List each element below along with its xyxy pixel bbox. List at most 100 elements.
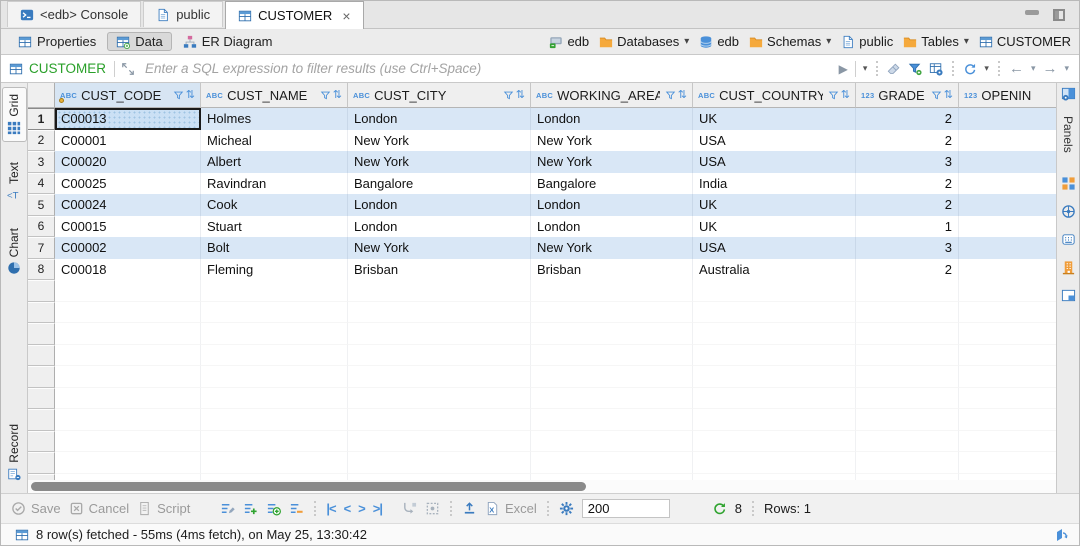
auto-refresh-icon[interactable] bbox=[712, 501, 727, 516]
table-row[interactable]: 5 C00024 Cook London London UK 2 bbox=[28, 194, 1056, 216]
column-filter-funnel-icon[interactable] bbox=[320, 90, 331, 101]
column-filter-funnel-icon[interactable] bbox=[665, 90, 676, 101]
cell-opening[interactable] bbox=[959, 237, 1056, 259]
panel-settings-icon[interactable] bbox=[1061, 86, 1076, 101]
first-row-button[interactable]: |< bbox=[326, 501, 335, 516]
cell-grade[interactable]: 2 bbox=[856, 194, 959, 216]
breadcrumb-item[interactable]: Databases ▾ bbox=[599, 34, 689, 49]
cell-working-area[interactable]: Brisban bbox=[531, 259, 693, 281]
view-tab[interactable]: ER Diagram bbox=[174, 32, 282, 51]
minimize-icon[interactable] bbox=[1025, 10, 1039, 15]
cancel-button[interactable]: Cancel bbox=[69, 501, 129, 516]
column-filter-funnel-icon[interactable] bbox=[828, 90, 839, 101]
row-number[interactable]: 7 bbox=[28, 237, 55, 259]
column-filter-funnel-icon[interactable] bbox=[173, 90, 184, 101]
cell-cust-country[interactable]: UK bbox=[693, 194, 856, 216]
table-row[interactable]: 3 C00020 Albert New York New York USA 3 bbox=[28, 151, 1056, 173]
column-header[interactable]: 123 OPENIN ⇅ bbox=[959, 83, 1056, 108]
cell-cust-city[interactable]: Brisban bbox=[348, 259, 531, 281]
cell-cust-country[interactable]: UK bbox=[693, 108, 856, 130]
breadcrumb-item[interactable]: Tables ▾ bbox=[903, 34, 969, 49]
view-tab[interactable]: Properties bbox=[9, 32, 105, 51]
panel-corner-icon[interactable] bbox=[1061, 288, 1076, 303]
last-row-button[interactable]: >| bbox=[373, 501, 382, 516]
column-header[interactable]: 123 GRADE ⇅ bbox=[856, 83, 959, 108]
table-row[interactable]: 1 C00013 Holmes London London UK 2 bbox=[28, 108, 1056, 130]
aggregate-icon[interactable] bbox=[1061, 204, 1076, 219]
cell-cust-country[interactable]: USA bbox=[693, 151, 856, 173]
grouping-icon[interactable] bbox=[1061, 176, 1076, 191]
cell-working-area[interactable]: New York bbox=[531, 237, 693, 259]
grid-settings-icon[interactable] bbox=[929, 62, 943, 76]
dropdown-caret-icon[interactable]: ▾ bbox=[964, 36, 969, 47]
cell-cust-city[interactable]: New York bbox=[348, 151, 531, 173]
table-row[interactable]: 8 C00018 Fleming Brisban Brisban Austral… bbox=[28, 259, 1056, 281]
row-number[interactable]: 5 bbox=[28, 194, 55, 216]
cell-cust-country[interactable]: India bbox=[693, 173, 856, 195]
row-number[interactable]: 8 bbox=[28, 259, 55, 281]
column-filter-funnel-icon[interactable] bbox=[503, 90, 514, 101]
cell-working-area[interactable]: London bbox=[531, 216, 693, 238]
breadcrumb-item[interactable]: public ▾ bbox=[841, 34, 893, 49]
column-filter-funnel-icon[interactable] bbox=[931, 90, 942, 101]
cell-opening[interactable] bbox=[959, 259, 1056, 281]
column-sort-icon[interactable]: ⇅ bbox=[186, 90, 195, 101]
column-sort-icon[interactable]: ⇅ bbox=[678, 90, 687, 101]
close-tab-icon[interactable]: × bbox=[342, 8, 350, 24]
cell-opening[interactable] bbox=[959, 108, 1056, 130]
row-number[interactable]: 1 bbox=[28, 108, 55, 130]
execute-filter-icon[interactable]: ▶ bbox=[839, 63, 848, 75]
cell-cust-name[interactable]: Stuart bbox=[201, 216, 348, 238]
expand-filter-icon[interactable] bbox=[121, 62, 135, 76]
fetch-size-input[interactable] bbox=[582, 499, 670, 518]
row-number[interactable]: 2 bbox=[28, 130, 55, 152]
cell-working-area[interactable]: New York bbox=[531, 130, 693, 152]
output-panel-icon[interactable] bbox=[1053, 527, 1069, 543]
forward-icon[interactable]: → bbox=[1042, 61, 1057, 76]
cell-opening[interactable] bbox=[959, 151, 1056, 173]
cell-cust-city[interactable]: London bbox=[348, 216, 531, 238]
filter-input[interactable]: Enter a SQL expression to filter results… bbox=[141, 61, 833, 76]
cell-cust-name[interactable]: Fleming bbox=[201, 259, 348, 281]
calcpad-icon[interactable] bbox=[1061, 232, 1076, 247]
cell-cust-name[interactable]: Bolt bbox=[201, 237, 348, 259]
refresh-icon[interactable] bbox=[963, 62, 977, 76]
cell-cust-name[interactable]: Cook bbox=[201, 194, 348, 216]
row-number[interactable]: 3 bbox=[28, 151, 55, 173]
back-icon[interactable]: ← bbox=[1009, 61, 1024, 76]
row-number[interactable]: 4 bbox=[28, 173, 55, 195]
grid-corner-cell[interactable] bbox=[28, 83, 55, 108]
export-data-button[interactable] bbox=[462, 501, 477, 516]
breadcrumb-item[interactable]: edb ▾ bbox=[549, 34, 589, 49]
forward-caret-icon[interactable]: ▾ bbox=[1064, 64, 1069, 73]
building-icon[interactable] bbox=[1061, 260, 1076, 275]
back-caret-icon[interactable]: ▾ bbox=[1031, 64, 1036, 73]
duplicate-row-button[interactable] bbox=[266, 501, 281, 516]
cell-cust-name[interactable]: Micheal bbox=[201, 130, 348, 152]
filter-history-caret-icon[interactable]: ▾ bbox=[863, 64, 868, 73]
cell-grade[interactable]: 3 bbox=[856, 237, 959, 259]
column-sort-icon[interactable]: ⇅ bbox=[944, 90, 953, 101]
cell-cust-code[interactable]: C00013 bbox=[55, 108, 201, 130]
presentation-tab[interactable]: Grid bbox=[2, 87, 27, 142]
cell-grade[interactable]: 3 bbox=[856, 151, 959, 173]
cell-working-area[interactable]: Bangalore bbox=[531, 173, 693, 195]
cell-cust-code[interactable]: C00025 bbox=[55, 173, 201, 195]
dropdown-caret-icon[interactable]: ▾ bbox=[826, 36, 831, 47]
breadcrumb-item[interactable]: CUSTOMER ▾ bbox=[979, 34, 1071, 49]
cell-grade[interactable]: 2 bbox=[856, 173, 959, 195]
table-row[interactable]: 7 C00002 Bolt New York New York USA 3 bbox=[28, 237, 1056, 259]
cell-grade[interactable]: 2 bbox=[856, 108, 959, 130]
cell-cust-city[interactable]: New York bbox=[348, 130, 531, 152]
editor-tab[interactable]: CUSTOMER × bbox=[225, 1, 363, 29]
column-sort-icon[interactable]: ⇅ bbox=[516, 90, 525, 101]
column-header[interactable]: ABC CUST_CODE ⇅ bbox=[55, 83, 201, 108]
cell-cust-code[interactable]: C00024 bbox=[55, 194, 201, 216]
cell-cust-country[interactable]: UK bbox=[693, 216, 856, 238]
cell-working-area[interactable]: London bbox=[531, 194, 693, 216]
cell-cust-code[interactable]: C00020 bbox=[55, 151, 201, 173]
table-row[interactable]: 2 C00001 Micheal New York New York USA 2 bbox=[28, 130, 1056, 152]
table-row[interactable]: 4 C00025 Ravindran Bangalore Bangalore I… bbox=[28, 173, 1056, 195]
cell-cust-country[interactable]: USA bbox=[693, 237, 856, 259]
cell-cust-country[interactable]: Australia bbox=[693, 259, 856, 281]
